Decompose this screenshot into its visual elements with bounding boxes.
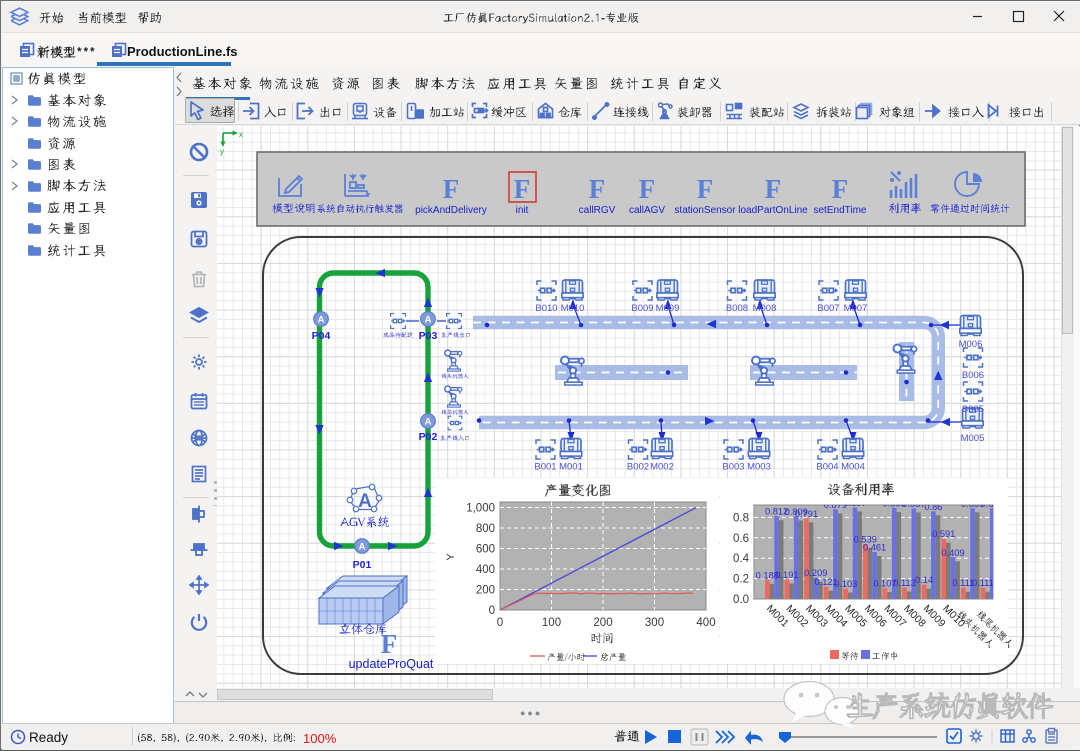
svg-text:B002: B002 (627, 462, 649, 473)
svg-text:400: 400 (476, 564, 495, 576)
svg-text:F: F (639, 174, 656, 204)
svg-text:updateProQuat: updateProQuat (349, 657, 434, 671)
svg-text:F: F (832, 174, 849, 204)
svg-text:A: A (425, 417, 432, 428)
svg-text:B006: B006 (962, 370, 984, 381)
svg-text:M004: M004 (841, 462, 865, 473)
svg-text:0.461: 0.461 (863, 542, 886, 552)
svg-text:B003: B003 (722, 462, 744, 473)
svg-text:P01: P01 (353, 559, 372, 571)
svg-text:M007: M007 (844, 303, 868, 314)
svg-text:1,000: 1,000 (466, 503, 495, 515)
svg-text:F: F (443, 174, 460, 204)
svg-text:0.111: 0.111 (972, 578, 994, 588)
svg-text:0.409: 0.409 (941, 548, 964, 558)
svg-text:P04: P04 (312, 330, 331, 342)
svg-text:0.791: 0.791 (795, 509, 818, 519)
svg-text:800: 800 (476, 523, 495, 535)
svg-text:init: init (516, 205, 529, 216)
svg-text:0.111: 0.111 (952, 578, 974, 588)
svg-text:A: A (358, 491, 372, 512)
svg-text:0.2: 0.2 (733, 574, 749, 586)
svg-text:loadPartOnLine: loadPartOnLine (738, 205, 808, 216)
svg-text:B010: B010 (535, 303, 557, 314)
svg-text:y: y (220, 147, 224, 156)
svg-text:M006: M006 (959, 339, 983, 350)
svg-text:P03: P03 (419, 330, 438, 342)
svg-text:0.14: 0.14 (915, 575, 933, 585)
svg-text:M001: M001 (559, 462, 583, 473)
svg-text:B004: B004 (816, 462, 838, 473)
svg-text:M009: M009 (656, 303, 680, 314)
svg-text:100: 100 (542, 617, 561, 629)
svg-text:F: F (381, 629, 398, 659)
svg-text:M003: M003 (747, 462, 771, 473)
svg-text:200: 200 (593, 617, 612, 629)
svg-text:stationSensor: stationSensor (674, 205, 736, 216)
svg-text:F: F (514, 174, 531, 204)
svg-text:pickAndDelivery: pickAndDelivery (415, 205, 487, 216)
svg-text:callRGV: callRGV (579, 205, 616, 216)
svg-text:400: 400 (696, 617, 715, 629)
svg-text:callAGV: callAGV (629, 205, 665, 216)
svg-text:A: A (425, 315, 432, 326)
svg-text:600: 600 (476, 544, 495, 556)
svg-text:A: A (318, 315, 325, 326)
svg-text:setEndTime: setEndTime (814, 205, 867, 216)
svg-text:A: A (359, 542, 366, 553)
svg-text:F: F (697, 174, 714, 204)
svg-text:0.8: 0.8 (733, 512, 749, 524)
svg-text:0.6: 0.6 (733, 533, 749, 545)
svg-text:M008: M008 (753, 303, 777, 314)
svg-text:x: x (239, 130, 243, 139)
svg-text:0.0: 0.0 (733, 594, 749, 606)
svg-text:0.4: 0.4 (733, 553, 750, 565)
svg-text:F: F (589, 174, 606, 204)
svg-text:P02: P02 (419, 431, 438, 443)
svg-text:0.113: 0.113 (893, 578, 916, 588)
svg-text:M002: M002 (650, 462, 674, 473)
svg-text:300: 300 (645, 617, 664, 629)
svg-text:B007: B007 (817, 303, 839, 314)
svg-text:M005: M005 (961, 433, 985, 444)
svg-text:0.591: 0.591 (932, 529, 955, 539)
svg-text:0: 0 (489, 605, 495, 617)
svg-text:200: 200 (476, 585, 495, 597)
svg-text:B001: B001 (534, 462, 556, 473)
svg-text:M010: M010 (561, 303, 585, 314)
svg-text:B009: B009 (631, 303, 653, 314)
svg-text:B008: B008 (726, 303, 748, 314)
svg-text:0.103: 0.103 (834, 579, 857, 589)
svg-text:0: 0 (497, 617, 503, 629)
svg-text:Y: Y (445, 553, 457, 561)
svg-text:B005: B005 (962, 404, 984, 415)
svg-text:0.191: 0.191 (775, 570, 798, 580)
svg-text:F: F (765, 174, 782, 204)
